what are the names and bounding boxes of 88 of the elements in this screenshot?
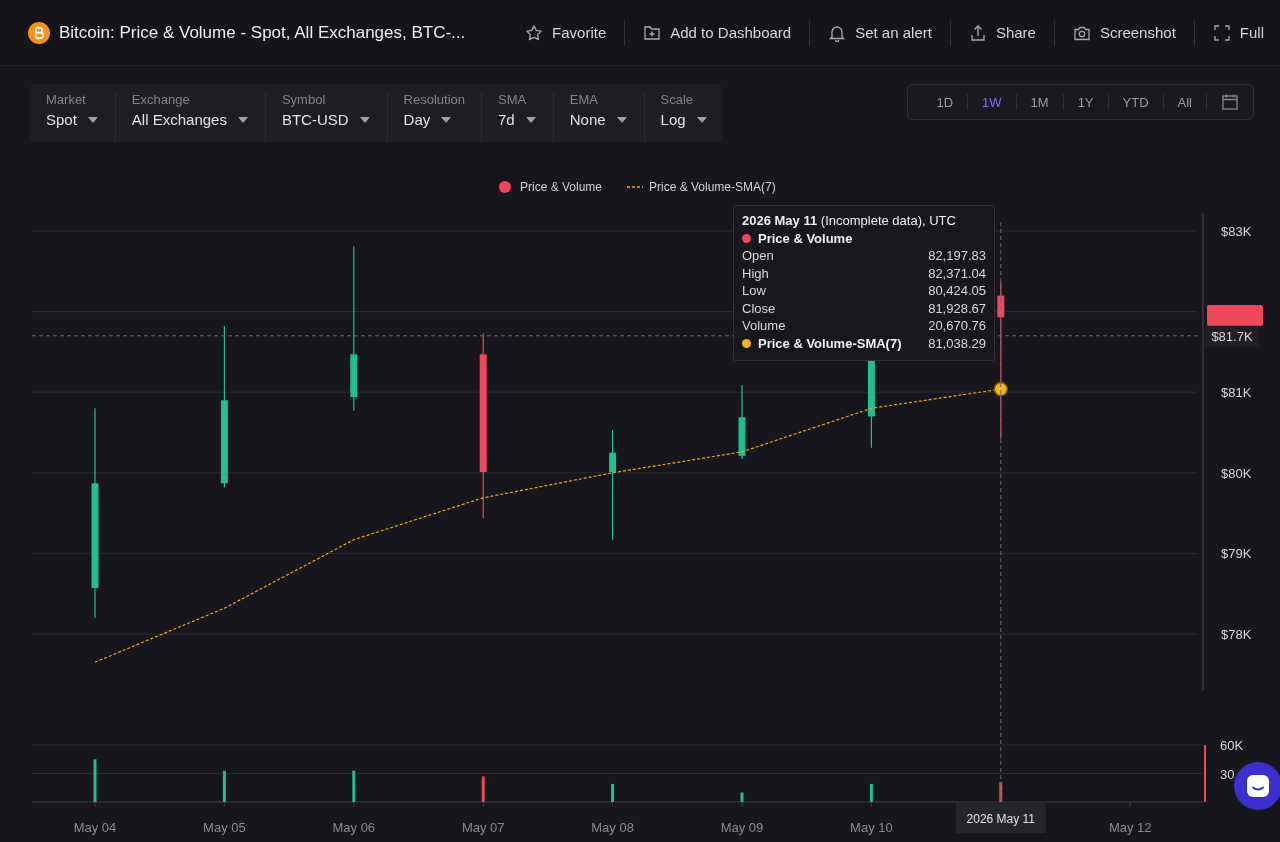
caret-icon	[358, 116, 371, 124]
y-axis-label: 30	[1220, 766, 1235, 782]
field-label: Open	[742, 247, 774, 265]
x-axis-label: May 07	[461, 820, 505, 835]
bitcoin-icon	[28, 21, 50, 44]
filter-label: Resolution	[403, 92, 466, 107]
volume-bar	[869, 783, 873, 802]
y-axis-label: $79K	[1221, 546, 1252, 562]
calendar-icon	[1221, 93, 1239, 111]
dropdown[interactable]: Log	[660, 111, 708, 128]
tooltip-title: 2026 May 11 (Incomplete data), UTC	[742, 212, 957, 230]
range-tab[interactable]: 1W	[968, 90, 1016, 114]
field-value: 81,928.67	[928, 299, 986, 317]
caret-icon	[615, 116, 628, 124]
toolbar-button[interactable]: Set an alert	[826, 17, 934, 48]
caret-icon	[695, 116, 708, 124]
range-tab[interactable]: 1Y	[1063, 90, 1108, 114]
filter-label: Exchange	[131, 92, 191, 107]
filter-label: EMA	[569, 92, 599, 107]
volume-bar	[93, 759, 97, 802]
dropdown[interactable]: Spot	[46, 111, 99, 128]
x-axis-label: May 10	[850, 820, 893, 835]
field-value: 80,424.05	[928, 282, 986, 300]
x-axis-label: May 12	[1108, 820, 1152, 835]
series-name: Price & Volume-SMA(7)	[758, 334, 902, 352]
y-axis-label: $80K	[1221, 465, 1252, 481]
x-axis-label: May 09	[720, 820, 764, 835]
field-value: 20,670.76	[928, 317, 986, 335]
filter-label: Symbol	[281, 92, 327, 107]
bell-icon	[828, 23, 847, 42]
toolbar-button[interactable]: Share	[966, 17, 1038, 48]
chat-button[interactable]	[1234, 762, 1280, 810]
dropdown[interactable]: BTC-USD	[281, 111, 371, 128]
caret-icon	[236, 116, 249, 124]
legend-label: Price & Volume-SMA(7)	[649, 180, 776, 194]
hover-point	[993, 381, 1009, 397]
volume-bar	[222, 770, 226, 802]
range-tab[interactable]: All	[1163, 90, 1206, 114]
filter-label: Scale	[660, 92, 695, 107]
star-icon	[525, 23, 544, 42]
toolbar-button[interactable]: Add to Dashboard	[641, 17, 794, 48]
x-axis-label: May 06	[332, 820, 376, 835]
chat-icon	[1245, 773, 1271, 799]
field-label: Volume	[742, 317, 786, 335]
legend-label: Price & Volume	[520, 180, 603, 194]
volume-bar	[352, 770, 356, 802]
chart-title: Bitcoin: Price & Volume - Spot, All Exchanges, BTC-...	[59, 22, 466, 43]
y-axis-label: $81K	[1221, 385, 1252, 401]
caret-icon	[86, 116, 99, 124]
dropdown[interactable]: All Exchanges	[131, 111, 249, 128]
toolbar-button[interactable]: Screenshot	[1070, 17, 1178, 48]
folder-plus-icon	[643, 23, 662, 42]
field-value: 82,197.83	[928, 247, 986, 265]
legend-dot	[499, 181, 511, 193]
caret-icon	[524, 116, 537, 124]
field-value: 82,371.04	[928, 264, 986, 282]
series-value: 81,038.29	[928, 334, 986, 352]
field-label: High	[742, 264, 769, 282]
range-tab[interactable]: 1D	[922, 90, 968, 114]
x-axis-label: May 04	[73, 820, 117, 835]
dropdown[interactable]: Day	[403, 111, 466, 128]
field-label: Low	[742, 282, 766, 300]
fullscreen-icon	[1212, 23, 1231, 42]
crosshair-price-label: $81.7K	[1205, 325, 1259, 347]
range-tab[interactable]: YTD	[1108, 90, 1163, 114]
volume-bar	[740, 792, 744, 802]
range-tab[interactable]: 1M	[1016, 90, 1063, 114]
y-axis-label: 60K	[1220, 738, 1244, 753]
x-axis-label: May 08	[591, 820, 634, 835]
crosshair-date-label: 2026 May 11	[955, 803, 1046, 833]
toolbar-button[interactable]: Full	[1210, 17, 1266, 48]
volume-bar	[999, 782, 1003, 802]
dropdown[interactable]: 7d	[498, 111, 537, 128]
y-axis-label: $78K	[1221, 627, 1252, 642]
filter-label: Market	[46, 92, 87, 107]
volume-bar	[481, 776, 485, 802]
field-label: Close	[742, 299, 776, 317]
volume-bar	[611, 783, 615, 802]
filter-label: SMA	[498, 92, 528, 107]
price-marker	[1207, 305, 1263, 326]
caret-icon	[440, 116, 453, 124]
y-axis-label: $83K	[1221, 224, 1252, 239]
toolbar-button[interactable]: Favorite	[523, 17, 609, 48]
share-icon	[968, 23, 987, 42]
volume-marker	[1204, 744, 1206, 803]
series-name: Price & Volume	[758, 229, 853, 247]
x-axis-label: May 05	[203, 820, 246, 835]
dropdown[interactable]: None	[569, 111, 628, 128]
